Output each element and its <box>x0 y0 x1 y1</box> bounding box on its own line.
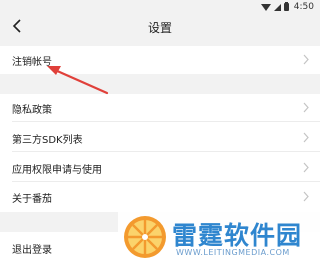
settings-group-policies: 隐私政策 第三方SDK列表 应用权限申请与使用 关于番茄 <box>0 94 320 212</box>
settings-item-label: 隐私政策 <box>12 105 52 116</box>
watermark: 雷霆软件园 WWW.LEITINGMEDIA.COM <box>118 212 320 264</box>
wifi-icon <box>260 3 271 11</box>
status-time: 4:50 <box>293 2 314 12</box>
chevron-right-icon <box>303 132 309 143</box>
settings-item-label: 应用权限申请与使用 <box>12 165 102 176</box>
divider <box>12 181 320 182</box>
settings-item-label: 第三方SDK列表 <box>12 135 83 146</box>
settings-item-about[interactable]: 关于番茄 <box>0 183 320 211</box>
status-bar: 4:50 <box>0 0 320 14</box>
watermark-name: 雷霆软件园 <box>172 221 303 250</box>
battery-icon <box>283 2 289 11</box>
signal-icon <box>273 3 281 11</box>
orange-slice-logo-icon <box>124 216 166 258</box>
logout-label: 退出登录 <box>12 245 52 256</box>
divider <box>12 151 320 152</box>
settings-item-label: 注销帐号 <box>12 57 52 68</box>
page-title: 设置 <box>147 21 172 35</box>
title-bar: 设置 <box>0 14 320 40</box>
settings-item-permission-usage[interactable]: 应用权限申请与使用 <box>0 154 320 182</box>
status-icons: 4:50 <box>260 0 314 14</box>
settings-item-third-party-sdk[interactable]: 第三方SDK列表 <box>0 124 320 152</box>
chevron-right-icon <box>303 191 309 202</box>
settings-item-label: 关于番茄 <box>12 194 52 205</box>
divider <box>12 121 320 122</box>
chevron-right-icon <box>303 162 309 173</box>
settings-item-privacy-policy[interactable]: 隐私政策 <box>0 94 320 122</box>
watermark-url: WWW.LEITINGMEDIA.COM <box>176 248 290 257</box>
settings-group-account: 注销帐号 <box>0 46 320 74</box>
chevron-right-icon <box>303 102 309 113</box>
settings-item-cancel-account[interactable]: 注销帐号 <box>0 46 320 74</box>
chevron-right-icon <box>303 54 309 65</box>
